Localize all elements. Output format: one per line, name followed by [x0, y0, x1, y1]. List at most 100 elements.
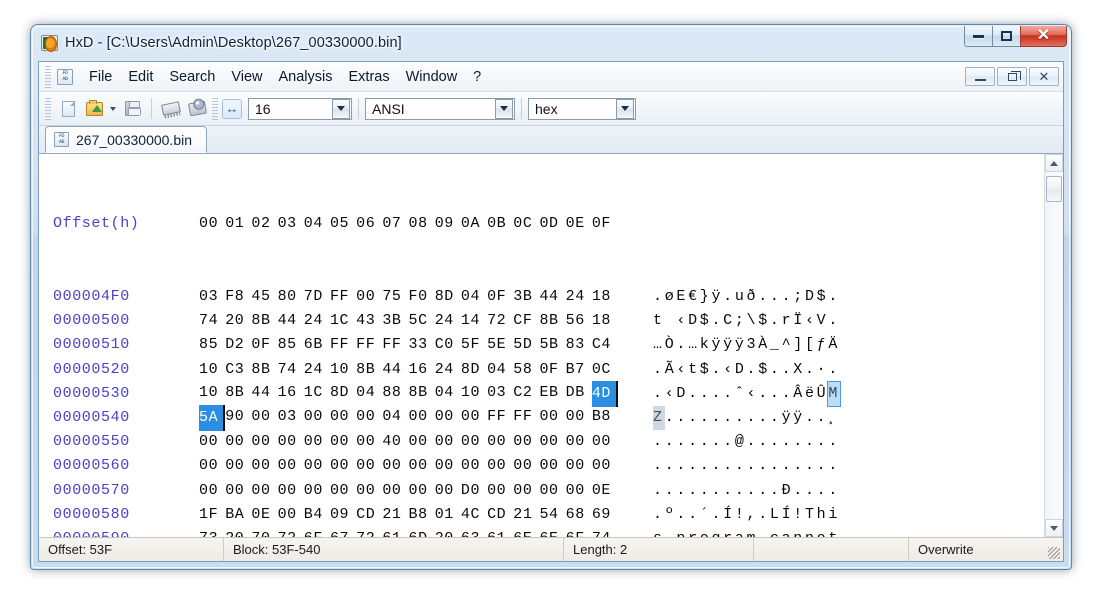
ascii-char[interactable]: .	[805, 430, 817, 454]
ascii-char[interactable]: .	[805, 358, 817, 382]
menu-item-view[interactable]: View	[223, 65, 270, 89]
byte-cell[interactable]: 00	[382, 454, 408, 478]
ascii-char[interactable]: ƒ	[817, 333, 829, 357]
ascii-char[interactable]: .	[828, 309, 840, 333]
byte-cell[interactable]: 14	[461, 309, 487, 333]
ascii-char[interactable]: ]	[793, 333, 805, 357]
chevron-down-icon[interactable]	[110, 106, 116, 111]
byte-cell[interactable]: 00	[199, 454, 225, 478]
hex-rows[interactable]: 000004F0 03 F8 45 80 7D FF 00 75 F0 8D 04 0F 3B 44 24 18…	[53, 285, 1044, 537]
byte-cell[interactable]: 16	[409, 358, 435, 382]
byte-cell[interactable]: B4	[304, 503, 330, 527]
byte-cell[interactable]: 04	[435, 381, 461, 407]
byte-cell[interactable]: 0F	[251, 333, 277, 357]
byte-cell[interactable]: 00	[513, 430, 539, 454]
ascii-char[interactable]: .	[770, 382, 782, 406]
byte-cell[interactable]: C0	[435, 333, 461, 357]
byte-cell[interactable]: 1F	[199, 503, 225, 527]
byte-cell[interactable]: 6F	[566, 527, 592, 537]
close-button[interactable]: ✕	[1020, 26, 1067, 47]
ascii-char[interactable]: .	[700, 430, 712, 454]
row-ascii[interactable]: ................	[653, 454, 840, 478]
byte-cell[interactable]: 00	[225, 454, 251, 478]
ascii-char[interactable]: D	[735, 358, 747, 382]
ascii-char[interactable]: .	[758, 285, 770, 309]
ascii-char[interactable]: .	[653, 358, 665, 382]
ascii-char[interactable]: .	[700, 479, 712, 503]
byte-cell[interactable]: EB	[539, 381, 565, 407]
byte-cell[interactable]: FF	[382, 333, 408, 357]
ascii-char[interactable]: .	[770, 406, 782, 430]
ascii-char[interactable]: .	[676, 406, 688, 430]
ascii-char[interactable]: .	[782, 285, 794, 309]
byte-cell[interactable]: 00	[330, 430, 356, 454]
byte-cell[interactable]: 00	[304, 405, 330, 431]
ascii-char[interactable]: r	[723, 527, 735, 537]
hex-row[interactable]: 00000530 10 8B 44 16 1C 8D 04 88 8B 04 10 03 C2 EB DB 4D…	[53, 380, 1044, 407]
ascii-char[interactable]: .	[688, 454, 700, 478]
ascii-char[interactable]: .	[711, 430, 723, 454]
byte-cell[interactable]: 00	[225, 430, 251, 454]
ascii-char[interactable]: \	[747, 309, 759, 333]
byte-cell[interactable]: 10	[199, 381, 225, 407]
byte-cell[interactable]: FF	[330, 333, 356, 357]
byte-cell[interactable]: 8B	[251, 358, 277, 382]
byte-cell[interactable]: 24	[304, 358, 330, 382]
byte-cell[interactable]: 00	[278, 454, 304, 478]
byte-cell[interactable]: 5B	[539, 333, 565, 357]
byte-cell[interactable]: 00	[513, 479, 539, 503]
hex-row[interactable]: 00000570 00 00 00 00 00 00 00 00 00 00 D0 00 00 00 00 0E…	[53, 479, 1044, 503]
byte-cell[interactable]: 00	[435, 454, 461, 478]
byte-cell[interactable]: CD	[356, 503, 382, 527]
ascii-char[interactable]: .	[711, 358, 723, 382]
ascii-char[interactable]: [	[805, 333, 817, 357]
row-ascii[interactable]: ...........Ð....	[653, 479, 840, 503]
ascii-char[interactable]: L	[770, 503, 782, 527]
ascii-char[interactable]: ‹	[676, 309, 688, 333]
byte-cell[interactable]: 00	[566, 454, 592, 478]
byte-cell[interactable]: 00	[592, 430, 618, 454]
ascii-char[interactable]: .	[817, 454, 829, 478]
ascii-char[interactable]: ‹	[747, 382, 759, 406]
byte-cell[interactable]: 00	[304, 479, 330, 503]
ascii-char[interactable]: Ï	[793, 309, 805, 333]
byte-cell[interactable]: 3B	[513, 285, 539, 309]
byte-cell[interactable]: 43	[356, 309, 382, 333]
byte-cell[interactable]: 00	[278, 503, 304, 527]
byte-cell[interactable]: 00	[251, 430, 277, 454]
hex-row[interactable]: 00000550 00 00 00 00 00 00 00 40 00 00 00 00 00 00 00 00…	[53, 430, 1044, 454]
open-file-button[interactable]	[81, 96, 107, 122]
byte-cell[interactable]: 7D	[304, 285, 330, 309]
ascii-char[interactable]: .	[735, 479, 747, 503]
ascii-char[interactable]: $	[758, 358, 770, 382]
ascii-char[interactable]: Í	[782, 503, 794, 527]
byte-cell[interactable]: 00	[435, 405, 461, 431]
byte-cell[interactable]: 00	[251, 479, 277, 503]
ascii-char[interactable]: @	[735, 430, 747, 454]
hex-pane[interactable]: Offset(h) 00 01 02 03 04 05 06 07 08 09 0A 0B 0C 0D 0E…	[39, 154, 1044, 537]
row-bytes[interactable]: 85 D2 0F 85 6B FF FF FF 33 C0 5F 5E 5D 5B 83 C4	[199, 333, 619, 357]
ascii-char[interactable]: .	[817, 406, 829, 430]
byte-cell[interactable]: 8B	[225, 381, 251, 407]
bytes-per-row-icon[interactable]	[222, 98, 242, 119]
byte-cell[interactable]: D0	[461, 479, 487, 503]
ascii-char[interactable]: Ã	[665, 358, 677, 382]
byte-cell[interactable]: FF	[330, 285, 356, 309]
ascii-char[interactable]: .	[711, 309, 723, 333]
ascii-char[interactable]: ð	[747, 285, 759, 309]
byte-cell[interactable]: 00	[539, 479, 565, 503]
ascii-char[interactable]: .	[805, 479, 817, 503]
byte-cell[interactable]: 00	[356, 405, 382, 431]
row-bytes[interactable]: 10 8B 44 16 1C 8D 04 88 8B 04 10 03 C2 EB DB 4D	[199, 380, 619, 407]
ascii-char[interactable]: u	[735, 285, 747, 309]
byte-cell[interactable]: 03	[487, 381, 513, 407]
row-ascii[interactable]: t ‹ D $. C; \ $. r Ï ‹ V.	[653, 309, 840, 333]
row-ascii[interactable]: Z.......... ÿ ÿ.. ¸	[653, 405, 840, 431]
menu-gripper[interactable]	[45, 65, 51, 88]
row-bytes[interactable]: 00 00 00 00 00 00 00 40 00 00 00 00 00 00 00 00	[199, 430, 619, 454]
row-bytes[interactable]: 00 00 00 00 00 00 00 00 00 00 00 00 00 00 00 00	[199, 454, 619, 478]
byte-cell[interactable]: C3	[225, 358, 251, 382]
row-ascii[interactable]: ....... @........	[653, 430, 840, 454]
ascii-char[interactable]: .	[711, 382, 723, 406]
menu-item-window[interactable]: Window	[398, 65, 466, 89]
